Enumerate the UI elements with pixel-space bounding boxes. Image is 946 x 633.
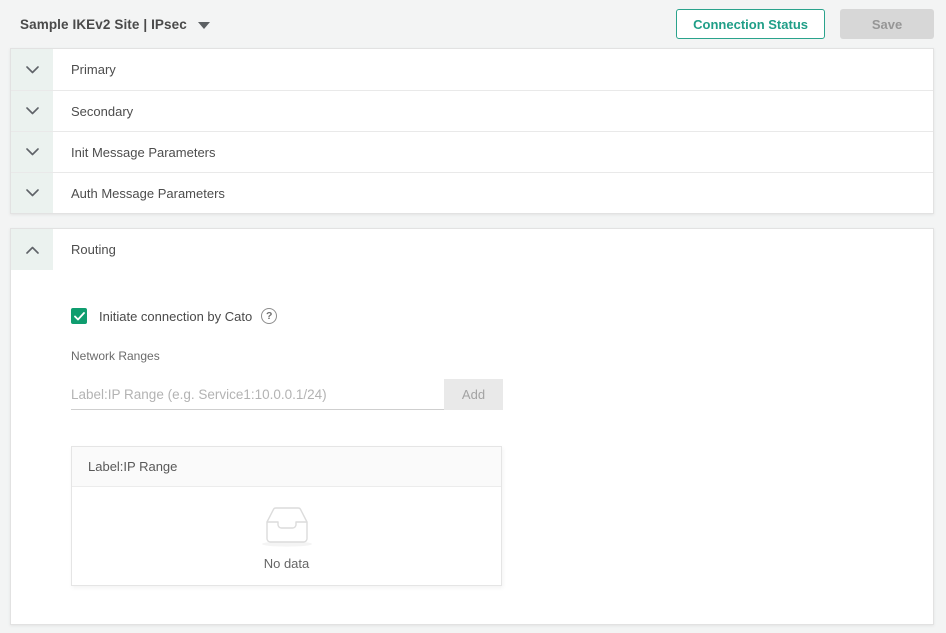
accordion-section-primary[interactable]: Primary (11, 49, 933, 90)
chevron-cell[interactable] (11, 49, 53, 90)
chevron-down-icon (26, 66, 39, 74)
accordion-section-label: Init Message Parameters (53, 132, 216, 172)
chevron-cell[interactable] (11, 229, 53, 270)
network-ranges-table: Label:IP Range No data (71, 446, 502, 586)
no-data-text: No data (264, 556, 310, 571)
chevron-down-icon (26, 107, 39, 115)
accordion-section-label: Secondary (53, 91, 133, 131)
page-title: Sample IKEv2 Site | IPsec (20, 17, 187, 32)
table-column-header: Label:IP Range (72, 447, 501, 487)
chevron-down-icon (26, 148, 39, 156)
initiate-connection-checkbox[interactable] (71, 308, 87, 324)
dropdown-caret-icon (198, 22, 210, 29)
chevron-cell[interactable] (11, 132, 53, 172)
save-button[interactable]: Save (840, 9, 934, 39)
accordion-section-label: Auth Message Parameters (53, 173, 225, 213)
ip-range-input[interactable] (71, 379, 444, 410)
chevron-cell[interactable] (11, 91, 53, 131)
ipsec-settings-page: Sample IKEv2 Site | IPsec Connection Sta… (0, 0, 946, 633)
empty-tray-icon (255, 501, 319, 547)
accordion-section-label: Primary (53, 49, 116, 90)
connection-status-button[interactable]: Connection Status (676, 9, 825, 39)
routing-body: Initiate connection by Cato ? Network Ra… (11, 270, 933, 586)
network-ranges-label: Network Ranges (71, 349, 933, 363)
accordion-section-secondary[interactable]: Secondary (11, 90, 933, 131)
accordion-section-init-message-parameters[interactable]: Init Message Parameters (11, 131, 933, 172)
table-empty-state: No data (72, 487, 501, 585)
accordion-section-label: Routing (53, 229, 116, 270)
header-actions: Connection Status Save (676, 9, 934, 39)
site-title-dropdown[interactable]: Sample IKEv2 Site | IPsec (20, 17, 210, 32)
help-icon[interactable]: ? (261, 308, 277, 324)
accordion-group: Primary Secondary Init Message Parameter… (10, 48, 934, 214)
initiate-connection-row: Initiate connection by Cato ? (71, 308, 933, 324)
chevron-down-icon (26, 189, 39, 197)
accordion-section-auth-message-parameters[interactable]: Auth Message Parameters (11, 172, 933, 213)
page-header: Sample IKEv2 Site | IPsec Connection Sta… (0, 0, 946, 48)
chevron-cell[interactable] (11, 173, 53, 213)
add-button[interactable]: Add (444, 379, 503, 410)
chevron-up-icon (26, 246, 39, 254)
checkmark-icon (74, 312, 85, 321)
initiate-connection-label: Initiate connection by Cato (99, 309, 252, 324)
accordion-section-routing[interactable]: Routing (11, 229, 933, 270)
ip-range-input-row: Add (71, 379, 503, 410)
routing-panel: Routing Initiate connection by Cato ? Ne… (10, 228, 934, 625)
